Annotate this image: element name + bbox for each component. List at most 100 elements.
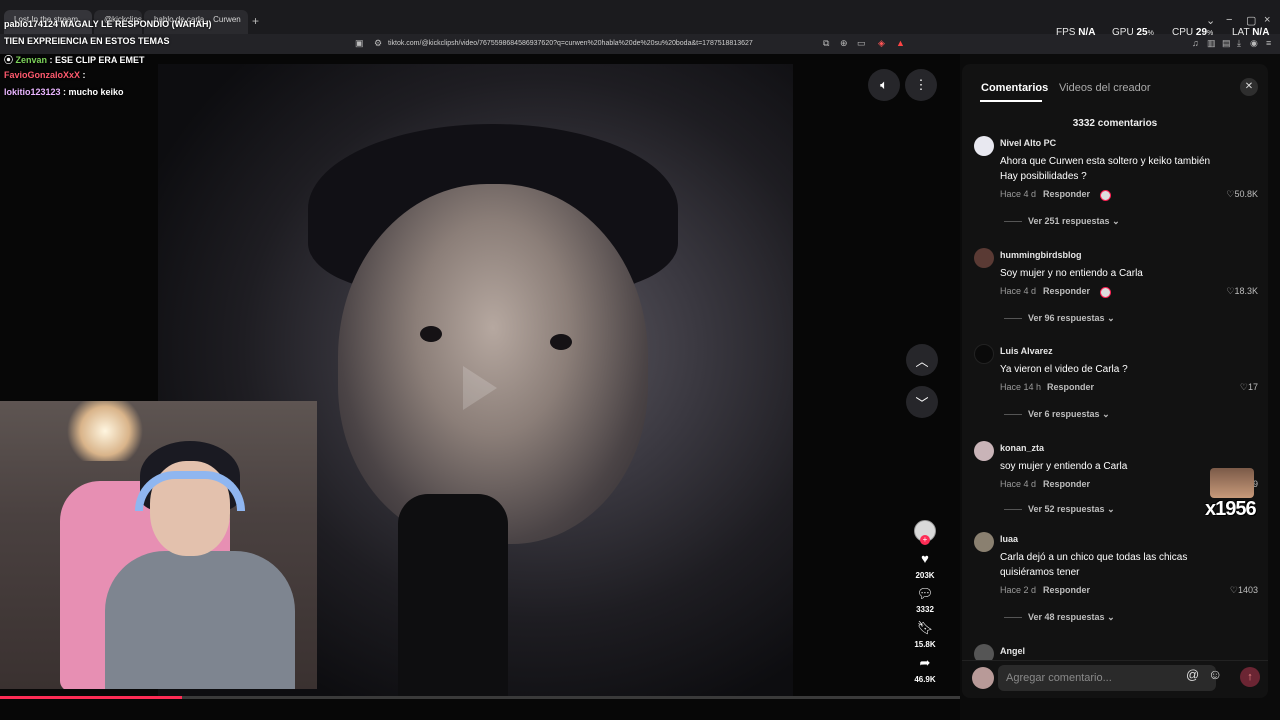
avatar[interactable] xyxy=(974,532,994,552)
previous-video-button[interactable]: ︿ xyxy=(906,344,938,376)
avatar[interactable] xyxy=(974,344,994,364)
comment-username[interactable]: konan_zta xyxy=(1000,443,1044,453)
comment-count: 3332 xyxy=(916,605,934,614)
bookmark-icon[interactable]: ▣ xyxy=(355,38,364,49)
view-replies-button[interactable]: Ver 96 respuestas ⌄ xyxy=(1004,313,1115,324)
tab-creator-videos[interactable]: Videos del creador xyxy=(1059,82,1151,94)
view-replies-button[interactable]: Ver 6 respuestas ⌄ xyxy=(1004,409,1110,420)
follow-plus-icon[interactable]: + xyxy=(920,535,930,545)
video-subject-face xyxy=(338,184,648,544)
more-options-icon[interactable]: ⋮ xyxy=(905,69,937,101)
rewards-icon[interactable]: ▲ xyxy=(896,38,905,48)
site-settings-icon[interactable]: ⚙ xyxy=(374,38,382,49)
like-count[interactable]: ♡50.8K xyxy=(1226,189,1258,200)
chat-line: pablo174124 MAGALY LE RESPONDIO (WAHAH) xyxy=(4,19,212,29)
chat-text: TIEN EXPREIENCIA EN ESTOS TEMAS xyxy=(4,36,170,46)
comment-text: Carla dejó a un chico que todas las chic… xyxy=(1000,552,1188,578)
view-replies-button[interactable]: Ver 48 respuestas ⌄ xyxy=(1004,612,1115,623)
next-video-button[interactable]: ﹀ xyxy=(906,386,938,418)
cast-icon[interactable]: ▭ xyxy=(857,38,866,49)
volume-icon[interactable]: 🔈︎ xyxy=(868,69,900,101)
view-replies-button[interactable]: Ver 52 respuestas ⌄ xyxy=(1004,504,1115,515)
comment-username[interactable]: Luis Alvarez xyxy=(1000,346,1053,356)
reply-button[interactable]: Responder xyxy=(1043,479,1090,489)
like-count[interactable]: ♡1403 xyxy=(1230,585,1258,596)
avatar[interactable] xyxy=(974,136,994,156)
wallet-icon[interactable]: ◉ xyxy=(1250,38,1258,49)
like-count: 203K xyxy=(915,571,935,580)
avatar[interactable] xyxy=(974,248,994,268)
comment-input[interactable] xyxy=(998,665,1216,691)
bookmark-save-icon[interactable]: 🔖︎ xyxy=(910,620,940,636)
maximize-icon[interactable]: ▢ xyxy=(1246,14,1256,27)
stream-sticker: x1956 xyxy=(1205,468,1260,520)
comment-icon[interactable]: 💬︎ xyxy=(910,586,940,602)
chat-line: ⦿ Zenvan : ESE CLIP ERA EMET xyxy=(4,55,145,65)
download-icon[interactable]: ⤓ xyxy=(1237,38,1241,49)
close-window-icon[interactable]: × xyxy=(1264,14,1270,26)
chat-text: : xyxy=(82,70,86,80)
latency-stat: LAT N/A xyxy=(1232,27,1270,38)
gpu-stat: GPU 25% xyxy=(1112,27,1154,38)
play-icon[interactable] xyxy=(463,366,497,410)
sidebar-toggle-icon[interactable]: ▥ xyxy=(1207,38,1216,49)
chat-line: lokitio123123 : mucho keiko xyxy=(4,87,124,97)
webcam-streamer-hoodie xyxy=(105,551,295,689)
sticker-image xyxy=(1210,468,1254,498)
comment-text: soy mujer y entiendo a Carla xyxy=(1000,461,1128,472)
video-subject-eye xyxy=(420,326,442,342)
comment-username[interactable]: Angel xyxy=(1000,646,1025,656)
reply-button[interactable]: Responder xyxy=(1043,286,1090,296)
reply-button[interactable]: Responder xyxy=(1043,189,1090,199)
url-input[interactable]: tiktok.com/@kickclipsh/video/76755986845… xyxy=(388,36,838,51)
avatar[interactable] xyxy=(974,441,994,461)
comments-panel: Comentarios Videos del creador ✕ 3332 co… xyxy=(962,64,1268,698)
comment-username[interactable]: Nivel Alto PC xyxy=(1000,138,1056,148)
chat-user: lokitio123123 xyxy=(4,87,61,97)
new-tab-icon[interactable]: + xyxy=(252,14,259,28)
cpu-stat: CPU 29% xyxy=(1172,27,1214,38)
close-icon[interactable]: ✕ xyxy=(1240,78,1258,96)
reply-button[interactable]: Responder xyxy=(1047,382,1094,392)
fps-stat: FPS N/A xyxy=(1056,27,1096,38)
bookmarks-icon[interactable]: ▤ xyxy=(1222,38,1231,49)
comment-time: Hace 4 d xyxy=(1000,286,1037,296)
chat-user: Zenvan xyxy=(15,55,48,65)
zoom-icon[interactable]: ⊕ xyxy=(840,38,848,49)
brave-shield-icon[interactable]: ◈ xyxy=(878,38,885,49)
like-count[interactable]: ♡18.3K xyxy=(1226,286,1258,297)
creator-liked-icon xyxy=(1100,190,1111,201)
like-count[interactable]: ♡17 xyxy=(1240,382,1258,393)
comment-total: 3332 comentarios xyxy=(1072,118,1158,129)
video-subject-eye xyxy=(550,334,572,350)
minimize-window-icon[interactable]: − xyxy=(1226,14,1232,26)
webcam-lamp xyxy=(60,401,150,461)
share-icon[interactable]: ➦ xyxy=(910,655,940,671)
comment-time: Hace 2 d xyxy=(1000,585,1037,595)
reply-button[interactable]: Responder xyxy=(1043,585,1090,595)
avatar xyxy=(972,667,994,689)
share-count: 46.9K xyxy=(914,675,936,684)
comment-username[interactable]: luaa xyxy=(1000,534,1018,544)
send-icon[interactable]: ↑ xyxy=(1240,667,1260,687)
tab-comments[interactable]: Comentarios xyxy=(981,82,1048,94)
view-replies-button[interactable]: Ver 251 respuestas ⌄ xyxy=(1004,216,1120,227)
comment-text: Soy mujer y no entiendo a Carla xyxy=(1000,268,1143,279)
comment-time: Hace 4 d xyxy=(1000,189,1037,199)
chat-text: MAGALY LE RESPONDIO (WAHAH) xyxy=(60,19,212,29)
menu-icon[interactable]: ≡ xyxy=(1266,38,1271,48)
emoji-icon[interactable]: ☺ xyxy=(1208,666,1222,682)
heart-icon: ♡ xyxy=(1239,382,1248,392)
chat-line: FavioGonzaloXxX : xyxy=(4,70,86,80)
translate-icon[interactable]: ⧉ xyxy=(823,38,829,49)
creator-liked-icon xyxy=(1100,287,1111,298)
chat-line: TIEN EXPREIENCIA EN ESTOS TEMAS xyxy=(4,36,170,46)
heart-icon: ♡ xyxy=(1229,585,1238,595)
webcam-overlay xyxy=(0,401,317,689)
comment-username[interactable]: hummingbirdsblog xyxy=(1000,250,1082,260)
media-icon[interactable]: ♫ xyxy=(1192,38,1199,48)
video-microphone xyxy=(398,494,508,696)
minimize-icon[interactable]: ⌄ xyxy=(1206,14,1215,27)
like-icon[interactable]: ♥ xyxy=(910,551,940,566)
mention-icon[interactable]: @ xyxy=(1186,667,1199,682)
